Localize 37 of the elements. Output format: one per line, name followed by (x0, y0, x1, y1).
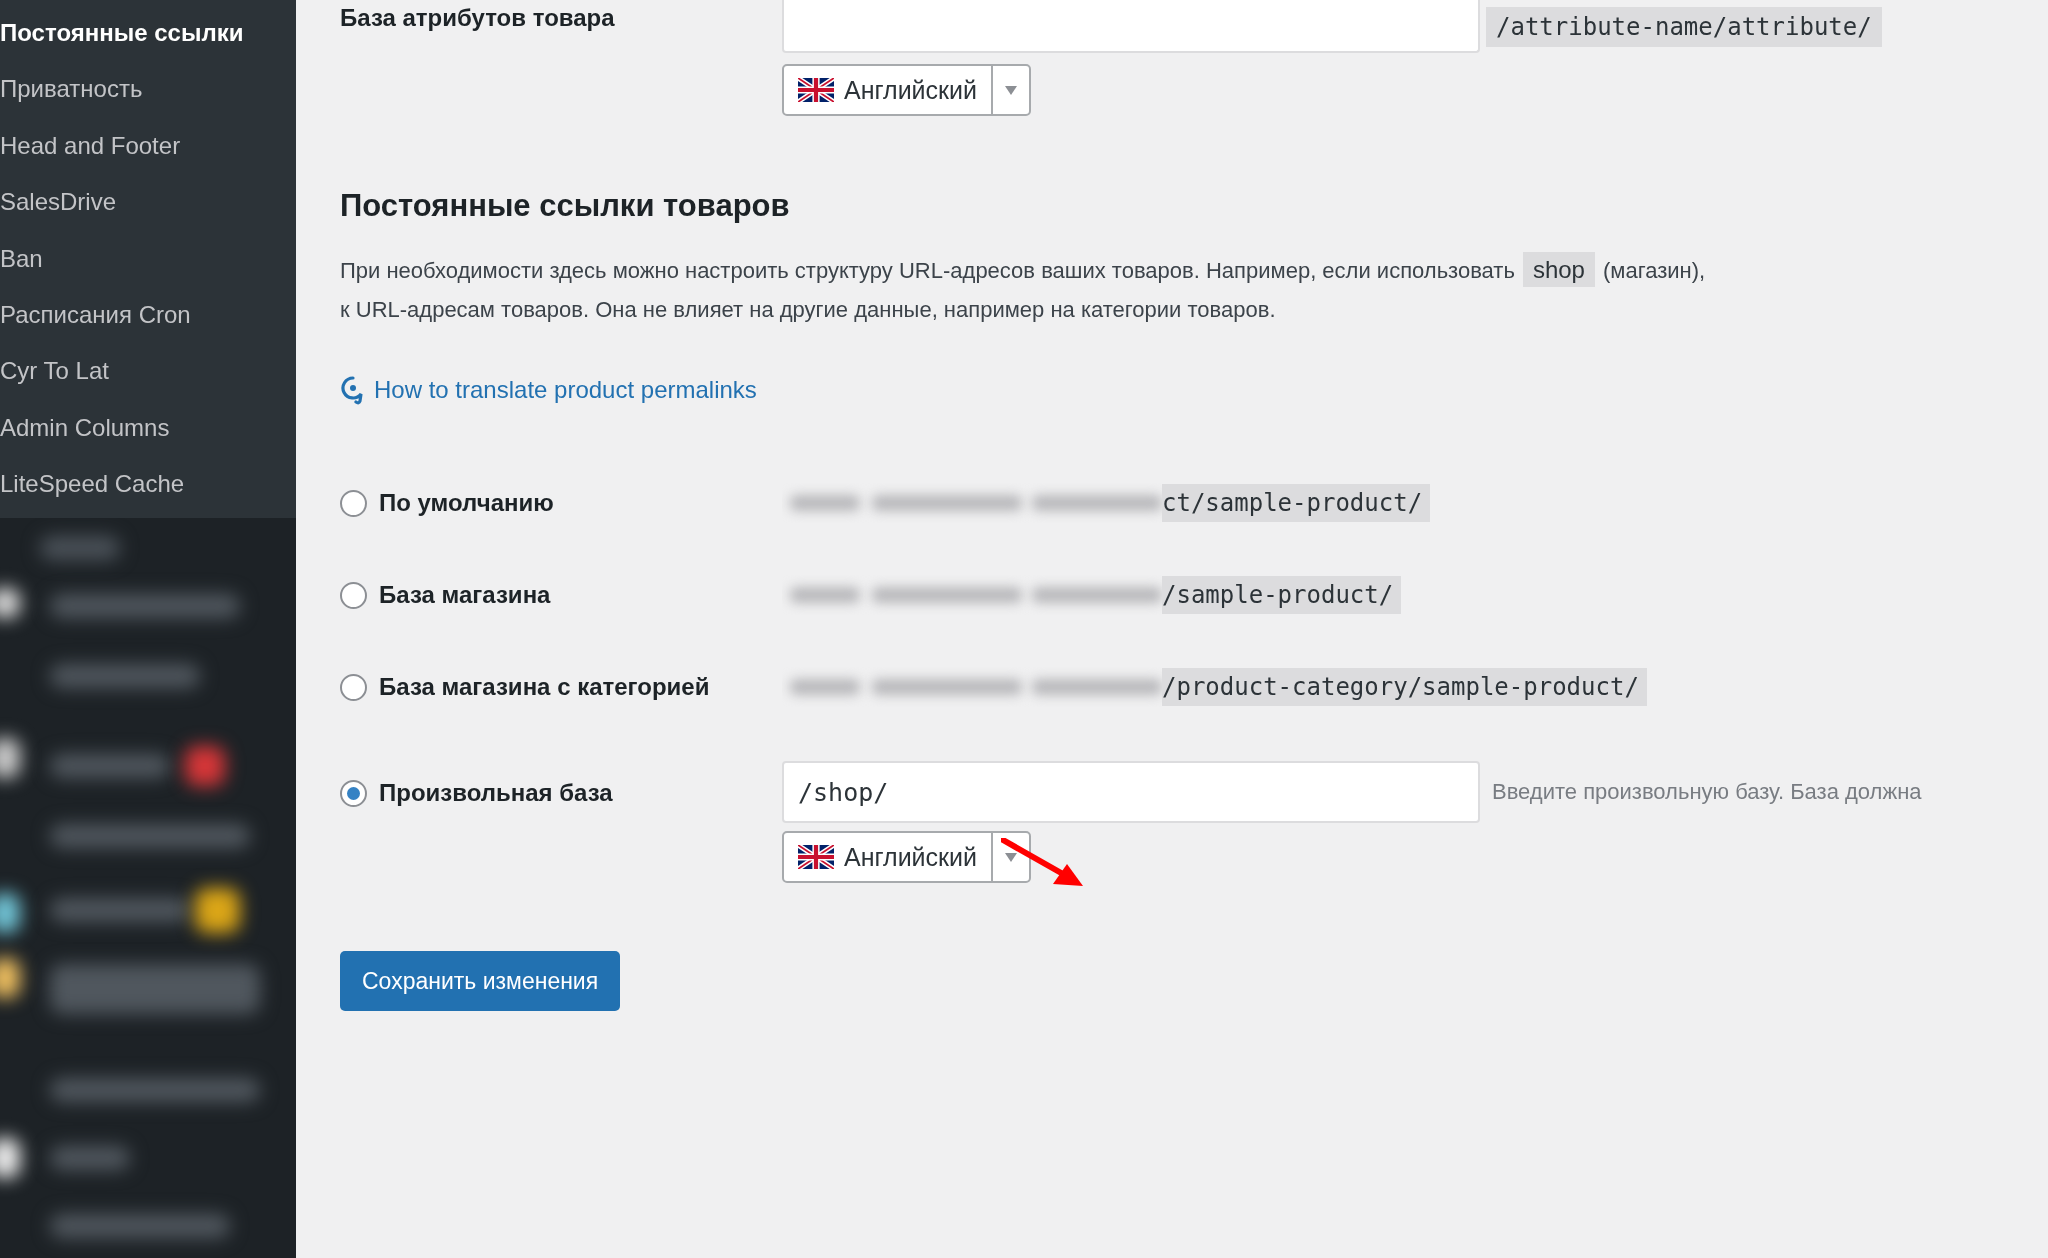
save-button[interactable]: Сохранить изменения (340, 951, 621, 1011)
caret-icon (1004, 85, 1017, 95)
flag-icon (798, 845, 834, 869)
radio-button[interactable] (340, 674, 367, 701)
help-icon (340, 375, 366, 405)
option-label: База магазина с категорией (379, 673, 710, 700)
radio-button[interactable] (340, 490, 367, 517)
language-dropdown[interactable]: Английский (782, 64, 1031, 116)
input-field[interactable] (782, 0, 1480, 53)
radio-button[interactable] (340, 582, 367, 609)
input-field[interactable]: /shop/ (782, 761, 1480, 823)
sidebar-item[interactable]: Постоянные ссылки (0, 5, 296, 62)
help-link[interactable]: How to translate product permalinks (340, 375, 757, 405)
option-label: По умолчанию (379, 489, 554, 516)
url-example: ct/sample-product/ (1162, 484, 1431, 522)
url-example: /sample-product/ (1162, 576, 1402, 614)
field-label: База атрибутов товара (340, 4, 616, 32)
sidebar-item[interactable]: Расписания Cron (0, 286, 296, 344)
radio-button[interactable] (340, 780, 367, 807)
url-example: /product-category/sample-product/ (1162, 668, 1647, 706)
sidebar-item[interactable]: Приватность (0, 61, 296, 118)
description-text: При необходимости здесь можно настроить структуру URL-адресов ваших товаров. Например, если использовать shop (магазин), (340, 250, 2048, 290)
description-text: к URL-адресам товаров. Она не влияет на другие данные, например на категории товаров. (340, 296, 1277, 324)
sidebar-item[interactable]: SalesDrive (0, 174, 296, 231)
option-label: База магазина (379, 581, 551, 608)
caret-icon (1004, 852, 1017, 862)
hint-text: Введите произвольную базу. База должна (1492, 779, 1922, 805)
url-example: /attribute-name/attribute/ (1486, 6, 1882, 47)
sidebar-item[interactable]: LiteSpeed Cache (0, 456, 296, 513)
flag-icon (798, 78, 834, 102)
sidebar-item[interactable]: Ban (0, 230, 296, 287)
sidebar-item[interactable]: Head and Footer (0, 117, 296, 175)
section-heading: Постоянные ссылки товаров (340, 188, 791, 224)
sidebar-item[interactable]: Admin Columns (0, 399, 296, 457)
language-dropdown[interactable]: Английский (782, 831, 1031, 883)
option-label: Произвольная база (379, 779, 613, 806)
sidebar-item[interactable]: Cyr To Lat (0, 343, 296, 400)
